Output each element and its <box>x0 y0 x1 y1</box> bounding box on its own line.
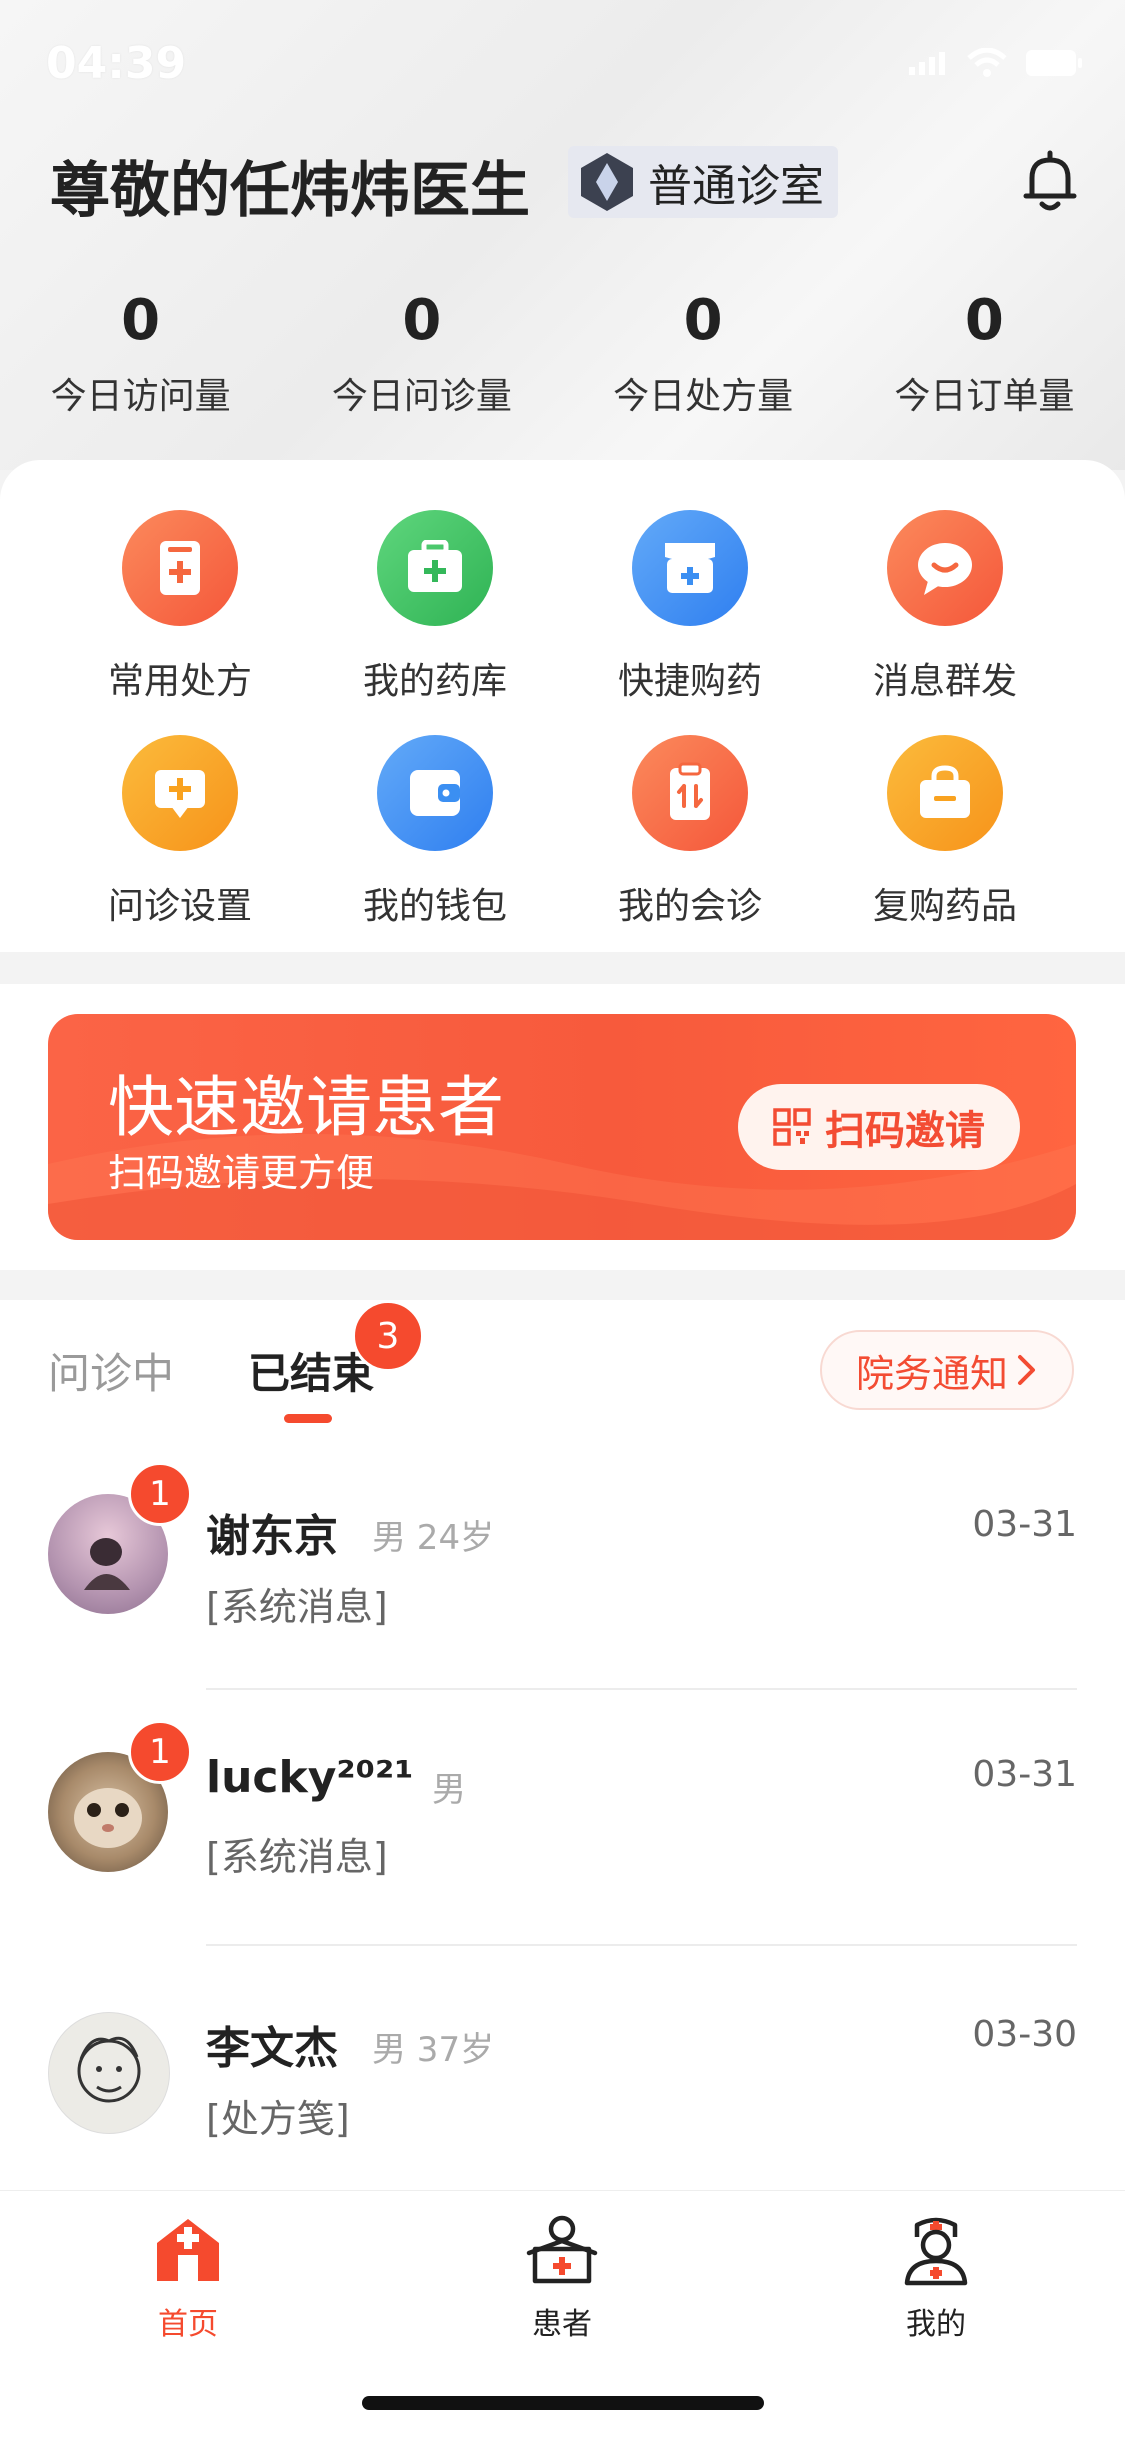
action-common-prescription[interactable]: 常用处方 <box>50 510 310 704</box>
message-date: 03-31 <box>972 1754 1077 1795</box>
patient-avatar <box>48 2012 170 2134</box>
nav-label: 首页 <box>158 2307 218 2342</box>
patient-gender-age: 男 37岁 <box>372 2030 495 2070</box>
today-stats: 0 今日访问量 0 今日问诊量 0 今日处方量 0 今日订单量 <box>0 288 1125 419</box>
action-quick-purchase[interactable]: 快捷购药 <box>560 510 820 704</box>
patient-row[interactable]: 李文杰 男 37岁 [处方笺] 03-30 <box>0 1960 1125 2190</box>
status-time: 04:39 <box>46 38 187 89</box>
action-my-wallet[interactable]: 我的钱包 <box>305 735 565 929</box>
banner-subtitle: 扫码邀请更方便 <box>108 1151 375 1195</box>
stat-orders[interactable]: 0 今日订单量 <box>844 288 1125 419</box>
chevron-right-icon <box>1018 1355 1035 1385</box>
action-my-pharmacy[interactable]: 我的药库 <box>305 510 565 704</box>
nav-label: 患者 <box>532 2307 592 2342</box>
consultation-icon <box>632 735 748 851</box>
hospital-notice-label: 院务通知 <box>855 1351 1008 1396</box>
last-message: [系统消息] <box>206 1585 388 1629</box>
chat-bubble-icon <box>887 510 1003 626</box>
stat-label: 今日订单量 <box>894 376 1075 417</box>
action-label: 消息群发 <box>872 661 1017 702</box>
row-divider <box>206 1944 1077 1946</box>
stat-label: 今日访问量 <box>50 376 231 417</box>
unread-badge: 1 <box>128 1720 192 1784</box>
patient-row[interactable]: 1 lucky²⁰²¹ 男 [系统消息] 03-31 <box>0 1700 1125 1946</box>
home-icon <box>157 2219 219 2281</box>
active-tab-indicator <box>284 1414 332 1423</box>
patient-icon <box>526 2215 598 2284</box>
last-message: [处方笺] <box>206 2097 350 2141</box>
action-broadcast-message[interactable]: 消息群发 <box>815 510 1075 704</box>
stat-value: 0 <box>402 288 442 353</box>
action-label: 问诊设置 <box>107 886 252 927</box>
message-date: 03-30 <box>972 2014 1077 2055</box>
home-indicator <box>362 2396 764 2410</box>
quick-actions-card: 常用处方 我的药库 快捷购药 消息群发 问诊设置 我的钱包 我的会诊 复购药品 <box>0 460 1125 952</box>
patient-gender-age: 男 24岁 <box>372 1518 495 1558</box>
clinic-level-badge[interactable]: 普通诊室 <box>568 146 838 218</box>
notification-bell-icon[interactable] <box>1020 150 1080 214</box>
diamond-icon <box>581 153 633 211</box>
patient-gender-age: 男 <box>432 1770 466 1810</box>
nav-mine[interactable]: 我的 <box>836 2213 1036 2343</box>
stat-label: 今日问诊量 <box>331 376 512 417</box>
status-icons <box>909 48 1085 78</box>
scan-invite-label: 扫码邀请 <box>825 1108 985 1154</box>
stat-consultations[interactable]: 0 今日问诊量 <box>281 288 562 419</box>
stat-value: 0 <box>683 288 723 353</box>
action-label: 我的会诊 <box>617 886 762 927</box>
last-message: [系统消息] <box>206 1835 388 1879</box>
action-label: 我的药库 <box>362 661 507 702</box>
stat-label: 今日处方量 <box>613 376 794 417</box>
wifi-icon <box>967 48 1007 77</box>
doctor-icon <box>904 2217 968 2286</box>
message-date: 03-31 <box>972 1504 1077 1545</box>
patient-name: 谢东京 <box>206 1511 338 1562</box>
action-label: 常用处方 <box>107 661 252 702</box>
nav-label: 我的 <box>906 2307 966 2342</box>
doctor-greeting: 尊敬的任炜炜医生 <box>50 156 530 226</box>
scan-invite-button[interactable]: 扫码邀请 <box>738 1084 1020 1170</box>
nav-patients[interactable]: 患者 <box>462 2213 662 2343</box>
medicine-kit-icon <box>377 510 493 626</box>
action-repurchase-medicine[interactable]: 复购药品 <box>815 735 1075 929</box>
shopping-bag-icon <box>887 735 1003 851</box>
consultation-list-section: 问诊中 已结束 3 院务通知 1 谢东京 男 24岁 [系统消息] 03-31 … <box>0 1300 1125 2190</box>
wallet-icon <box>377 735 493 851</box>
action-my-consultation[interactable]: 我的会诊 <box>560 735 820 929</box>
consult-settings-icon <box>122 735 238 851</box>
patient-row[interactable]: 1 谢东京 男 24岁 [系统消息] 03-31 <box>0 1450 1125 1690</box>
stat-visits[interactable]: 0 今日访问量 <box>0 288 281 419</box>
patient-name: lucky²⁰²¹ <box>206 1752 414 1803</box>
signal-icon <box>909 52 945 75</box>
unread-badge: 1 <box>128 1462 192 1526</box>
action-consult-settings[interactable]: 问诊设置 <box>50 735 310 929</box>
action-label: 复购药品 <box>872 886 1017 927</box>
battery-icon <box>1026 50 1082 76</box>
row-divider <box>206 1688 1077 1690</box>
invite-patient-banner[interactable]: 快速邀请患者 扫码邀请更方便 扫码邀请 <box>48 1014 1076 1240</box>
stat-value: 0 <box>964 288 1004 353</box>
action-label: 我的钱包 <box>362 886 507 927</box>
action-label: 快捷购药 <box>617 661 762 702</box>
nav-home[interactable]: 首页 <box>88 2213 288 2343</box>
banner-title: 快速邀请患者 <box>108 1069 504 1146</box>
patient-name: 李文杰 <box>206 2023 338 2074</box>
stat-value: 0 <box>121 288 161 353</box>
hospital-notice-button[interactable]: 院务通知 <box>820 1330 1074 1410</box>
shop-icon <box>632 510 748 626</box>
clinic-badge-label: 普通诊室 <box>648 161 824 212</box>
qr-code-icon <box>773 1108 811 1146</box>
prescription-icon <box>122 510 238 626</box>
stat-prescriptions[interactable]: 0 今日处方量 <box>563 288 844 419</box>
tab-in-consultation[interactable]: 问诊中 <box>48 1340 174 1401</box>
tab-finished-badge: 3 <box>352 1300 424 1372</box>
